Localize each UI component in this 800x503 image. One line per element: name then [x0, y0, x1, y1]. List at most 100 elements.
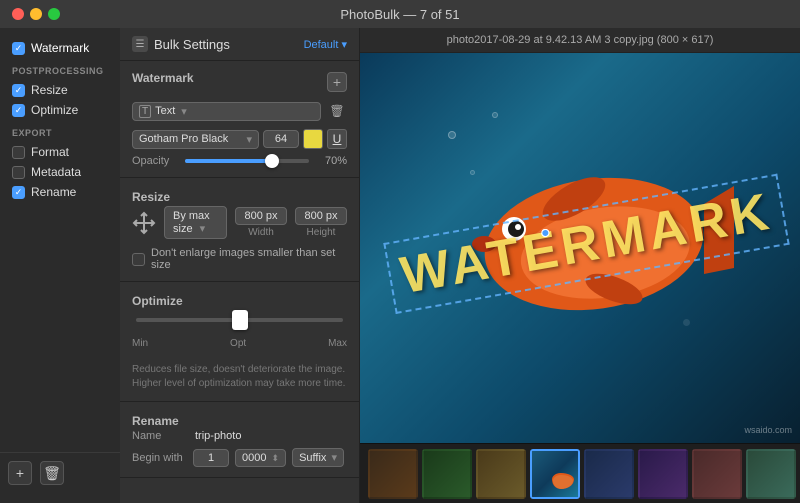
delete-icon: 🗑 [329, 104, 344, 118]
rename-section-title: Rename [132, 414, 179, 428]
rename-name-row: Name trip-photo [132, 430, 347, 442]
begin-value-input[interactable]: 1 [193, 449, 229, 467]
chevron-icon: ▾ [200, 223, 206, 235]
sidebar-item-resize-label: Resize [31, 83, 68, 97]
sidebar-item-metadata-label: Metadata [31, 165, 81, 179]
optimize-min-label: Min [132, 338, 148, 349]
optimize-section-title: Optimize [132, 294, 183, 308]
sidebar-item-watermark[interactable]: Watermark [0, 38, 120, 58]
resize-section-title: Resize [132, 190, 170, 204]
panel-header: ☰ Bulk Settings Default ▾ [120, 28, 359, 61]
underline-button[interactable]: U [327, 129, 347, 149]
sidebar-item-rename[interactable]: Rename [0, 182, 120, 202]
add-item-button[interactable]: + [8, 461, 32, 485]
name-label: Name [132, 430, 187, 442]
suffix-value: Suffix [299, 452, 326, 464]
watermark-checkbox[interactable] [12, 42, 25, 55]
optimize-desc-line1: Reduces file size, doesn't deteriorate t… [132, 363, 347, 377]
optimize-slider[interactable] [136, 318, 343, 322]
minimize-button[interactable] [30, 8, 42, 20]
chevron-down-icon: ▾ [331, 452, 337, 464]
font-size-input[interactable]: 64 [263, 130, 299, 148]
sidebar-item-resize[interactable]: Resize [0, 80, 120, 100]
dont-enlarge-label: Don't enlarge images smaller than set si… [151, 247, 347, 271]
sidebar-item-optimize[interactable]: Optimize [0, 100, 120, 120]
rename-checkbox[interactable] [12, 186, 25, 199]
site-watermark: wsaido.com [744, 425, 792, 435]
image-preview-panel: photo2017-08-29 at 9.42.13 AM 3 copy.jpg… [360, 28, 800, 503]
sidebar-item-metadata[interactable]: Metadata [0, 162, 120, 182]
height-input[interactable]: 800 px [295, 207, 347, 225]
panel-title: ☰ Bulk Settings [132, 36, 230, 52]
optimize-description: Reduces file size, doesn't deteriorate t… [132, 363, 347, 391]
optimize-max-label: Max [328, 338, 347, 349]
thumbnail-7[interactable] [692, 449, 742, 499]
optimize-section: Optimize Min Opt Max Reduces file size, … [120, 282, 359, 402]
sidebar-item-optimize-label: Optimize [31, 103, 78, 117]
optimize-slider-container: Min Opt Max [132, 310, 347, 357]
thumbnail-6[interactable] [638, 449, 688, 499]
image-filename: photo2017-08-29 at 9.42.13 AM 3 copy.jpg… [360, 28, 800, 53]
thumbnail-3[interactable] [476, 449, 526, 499]
chevron-icon: ▾ [246, 133, 252, 146]
thumbnail-8[interactable] [746, 449, 796, 499]
resize-checkbox[interactable] [12, 84, 25, 97]
width-value: 800 px [244, 210, 277, 222]
image-background: WATERMARK [360, 53, 800, 443]
resize-mode-select[interactable]: By max size ▾ [164, 206, 227, 239]
dont-enlarge-checkbox[interactable] [132, 253, 145, 266]
maximize-button[interactable] [48, 8, 60, 20]
rename-format-select[interactable]: 0000 ⬍ [235, 449, 286, 467]
metadata-checkbox[interactable] [12, 166, 25, 179]
font-size-value: 64 [275, 133, 287, 145]
text-type-icon: T [139, 105, 151, 118]
add-icon: + [333, 74, 341, 90]
sidebar-item-rename-label: Rename [31, 185, 76, 199]
resize-dims: 800 px Width 800 px Height [235, 207, 347, 238]
panel-icon: ☰ [132, 36, 148, 52]
wm-handle-mr[interactable] [541, 228, 550, 237]
sidebar-item-format[interactable]: Format [0, 142, 120, 162]
font-row: Gotham Pro Black ▾ 64 U [132, 129, 347, 149]
trash-icon: 🗑 [43, 465, 61, 482]
opacity-slider[interactable] [185, 159, 309, 163]
thumbnail-2[interactable] [422, 449, 472, 499]
optimize-checkbox[interactable] [12, 104, 25, 117]
sidebar-item-watermark-label: Watermark [31, 41, 89, 55]
height-label: Height [307, 227, 336, 238]
begin-label: Begin with [132, 452, 187, 464]
panel-title-text: Bulk Settings [154, 37, 230, 52]
dont-enlarge-row: Don't enlarge images smaller than set si… [132, 247, 347, 271]
thumbnail-5[interactable] [584, 449, 634, 499]
delete-watermark-button[interactable]: 🗑 [327, 101, 347, 121]
delete-item-button[interactable]: 🗑 [40, 461, 64, 485]
default-button[interactable]: Default ▾ [304, 38, 347, 51]
watermark-type-select[interactable]: T Text ▾ [132, 102, 321, 121]
close-button[interactable] [12, 8, 24, 20]
width-label: Width [248, 227, 274, 238]
width-input[interactable]: 800 px [235, 207, 287, 225]
optimize-labels: Min Opt Max [132, 338, 347, 349]
sidebar-item-format-label: Format [31, 145, 69, 159]
image-preview: WATERMARK [360, 53, 800, 443]
rename-begin-row: Begin with 1 0000 ⬍ Suffix ▾ [132, 448, 347, 467]
optimize-thumb[interactable] [232, 310, 248, 330]
watermark-type-row: T Text ▾ 🗑 [132, 101, 347, 121]
rename-suffix-select[interactable]: Suffix ▾ [292, 448, 344, 467]
plus-icon: + [16, 465, 24, 481]
height-value: 800 px [304, 210, 337, 222]
add-watermark-button[interactable]: + [327, 72, 347, 92]
height-group: 800 px Height [295, 207, 347, 238]
thumbnail-1[interactable] [368, 449, 418, 499]
opacity-value: 70% [317, 155, 347, 167]
format-value: 0000 [242, 452, 266, 464]
titlebar: PhotoBulk — 7 of 51 [0, 0, 800, 28]
thumbnail-bar: Start [360, 443, 800, 503]
thumbnail-4[interactable] [530, 449, 580, 499]
font-select[interactable]: Gotham Pro Black ▾ [132, 130, 259, 149]
color-picker[interactable] [303, 129, 323, 149]
optimize-opt-label: Opt [230, 338, 246, 349]
format-checkbox[interactable] [12, 146, 25, 159]
sidebar: Watermark POSTPROCESSING Resize Optimize… [0, 28, 120, 503]
width-group: 800 px Width [235, 207, 287, 238]
